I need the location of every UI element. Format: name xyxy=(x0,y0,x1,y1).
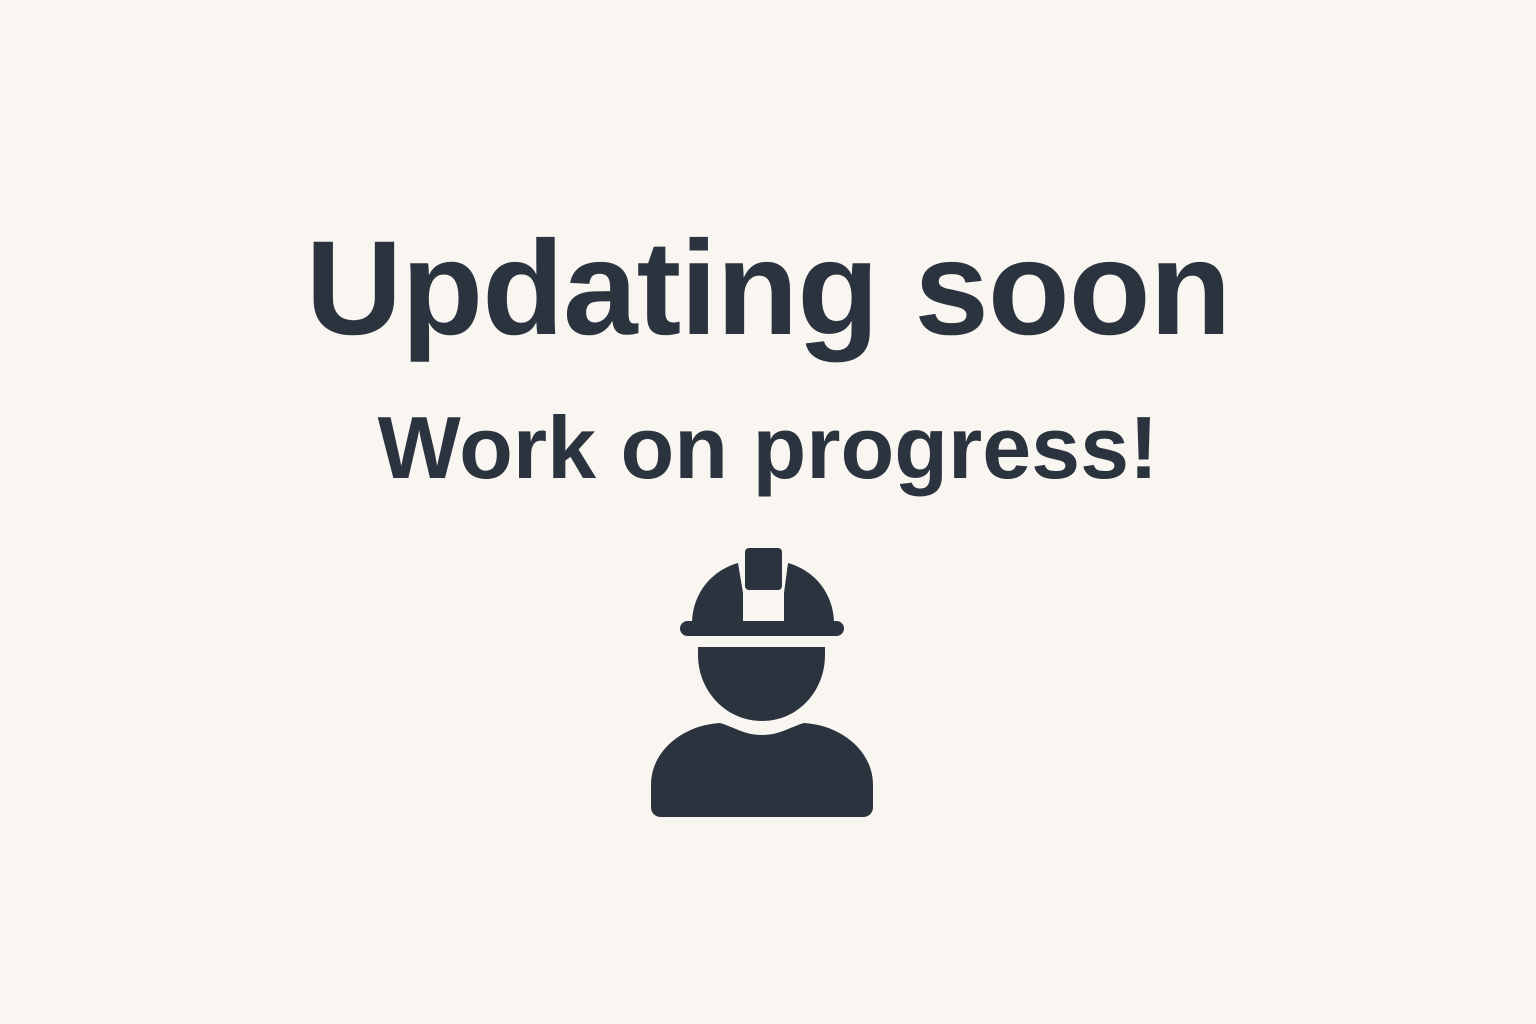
page-subtitle: Work on progress! xyxy=(377,398,1159,497)
page-title: Updating soon xyxy=(305,214,1232,363)
construction-worker-icon xyxy=(651,548,873,817)
maintenance-page: Updating soon Work on progress! xyxy=(0,0,1536,1024)
